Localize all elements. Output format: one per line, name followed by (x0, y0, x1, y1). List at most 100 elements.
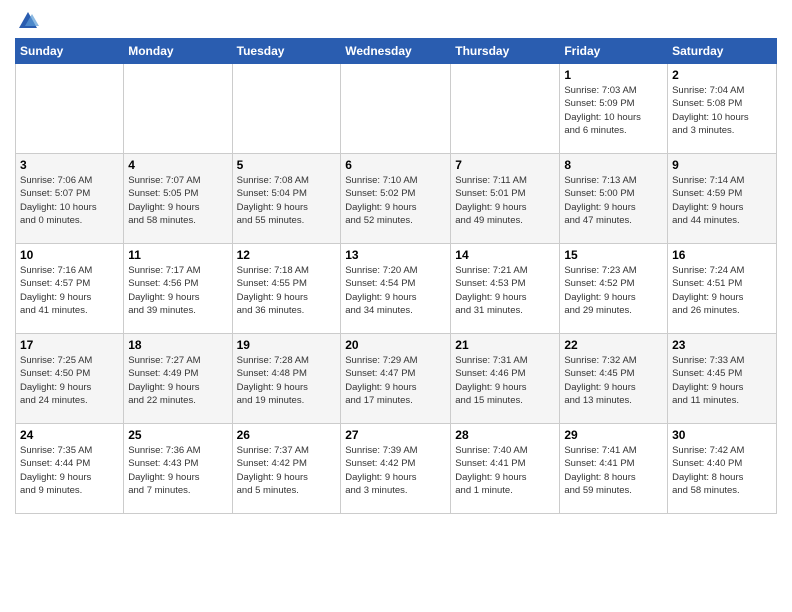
day-info: Sunrise: 7:18 AM Sunset: 4:55 PM Dayligh… (237, 264, 337, 317)
day-info: Sunrise: 7:42 AM Sunset: 4:40 PM Dayligh… (672, 444, 772, 497)
calendar-week-5: 24 Sunrise: 7:35 AM Sunset: 4:44 PM Dayli… (16, 424, 777, 514)
day-info: Sunrise: 7:21 AM Sunset: 4:53 PM Dayligh… (455, 264, 555, 317)
calendar-cell: 20 Sunrise: 7:29 AM Sunset: 4:47 PM Dayli… (341, 334, 451, 424)
calendar-cell: 30 Sunrise: 7:42 AM Sunset: 4:40 PM Dayli… (668, 424, 777, 514)
day-number: 13 (345, 248, 446, 262)
calendar-week-3: 10 Sunrise: 7:16 AM Sunset: 4:57 PM Dayli… (16, 244, 777, 334)
calendar-cell: 17 Sunrise: 7:25 AM Sunset: 4:50 PM Dayli… (16, 334, 124, 424)
calendar-cell: 13 Sunrise: 7:20 AM Sunset: 4:54 PM Dayli… (341, 244, 451, 334)
day-number: 2 (672, 68, 772, 82)
calendar-cell (16, 64, 124, 154)
calendar-week-1: 1Sunrise: 7:03 AM Sunset: 5:09 PM Daylig… (16, 64, 777, 154)
day-number: 29 (564, 428, 663, 442)
day-info: Sunrise: 7:11 AM Sunset: 5:01 PM Dayligh… (455, 174, 555, 227)
calendar-cell: 7 Sunrise: 7:11 AM Sunset: 5:01 PM Daylig… (451, 154, 560, 244)
day-info: Sunrise: 7:28 AM Sunset: 4:48 PM Dayligh… (237, 354, 337, 407)
logo-icon (17, 10, 39, 32)
day-number: 15 (564, 248, 663, 262)
day-info: Sunrise: 7:32 AM Sunset: 4:45 PM Dayligh… (564, 354, 663, 407)
day-number: 19 (237, 338, 337, 352)
day-number: 6 (345, 158, 446, 172)
day-info: Sunrise: 7:17 AM Sunset: 4:56 PM Dayligh… (128, 264, 227, 317)
day-info: Sunrise: 7:14 AM Sunset: 4:59 PM Dayligh… (672, 174, 772, 227)
calendar-cell: 19 Sunrise: 7:28 AM Sunset: 4:48 PM Dayli… (232, 334, 341, 424)
day-number: 12 (237, 248, 337, 262)
calendar-cell: 15 Sunrise: 7:23 AM Sunset: 4:52 PM Dayli… (560, 244, 668, 334)
day-info: Sunrise: 7:03 AM Sunset: 5:09 PM Dayligh… (564, 84, 663, 137)
day-number: 5 (237, 158, 337, 172)
day-info: Sunrise: 7:29 AM Sunset: 4:47 PM Dayligh… (345, 354, 446, 407)
day-info: Sunrise: 7:13 AM Sunset: 5:00 PM Dayligh… (564, 174, 663, 227)
calendar-header-tuesday: Tuesday (232, 39, 341, 64)
day-number: 14 (455, 248, 555, 262)
calendar-cell: 16 Sunrise: 7:24 AM Sunset: 4:51 PM Dayli… (668, 244, 777, 334)
calendar-cell: 27Sunrise: 7:39 AM Sunset: 4:42 PM Dayli… (341, 424, 451, 514)
calendar-cell: 5 Sunrise: 7:08 AM Sunset: 5:04 PM Daylig… (232, 154, 341, 244)
day-info: Sunrise: 7:41 AM Sunset: 4:41 PM Dayligh… (564, 444, 663, 497)
day-info: Sunrise: 7:23 AM Sunset: 4:52 PM Dayligh… (564, 264, 663, 317)
calendar-cell: 23Sunrise: 7:33 AM Sunset: 4:45 PM Dayli… (668, 334, 777, 424)
calendar-cell: 4Sunrise: 7:07 AM Sunset: 5:05 PM Daylig… (124, 154, 232, 244)
calendar-cell: 21 Sunrise: 7:31 AM Sunset: 4:46 PM Dayli… (451, 334, 560, 424)
page-container: SundayMondayTuesdayWednesdayThursdayFrid… (0, 0, 792, 524)
day-number: 9 (672, 158, 772, 172)
calendar: SundayMondayTuesdayWednesdayThursdayFrid… (15, 38, 777, 514)
day-info: Sunrise: 7:16 AM Sunset: 4:57 PM Dayligh… (20, 264, 119, 317)
calendar-cell: 2 Sunrise: 7:04 AM Sunset: 5:08 PM Daylig… (668, 64, 777, 154)
calendar-cell: 3 Sunrise: 7:06 AM Sunset: 5:07 PM Daylig… (16, 154, 124, 244)
day-info: Sunrise: 7:20 AM Sunset: 4:54 PM Dayligh… (345, 264, 446, 317)
calendar-cell (232, 64, 341, 154)
day-number: 11 (128, 248, 227, 262)
calendar-header-thursday: Thursday (451, 39, 560, 64)
calendar-header-wednesday: Wednesday (341, 39, 451, 64)
day-info: Sunrise: 7:40 AM Sunset: 4:41 PM Dayligh… (455, 444, 555, 497)
day-number: 8 (564, 158, 663, 172)
day-number: 20 (345, 338, 446, 352)
day-number: 16 (672, 248, 772, 262)
calendar-cell: 18 Sunrise: 7:27 AM Sunset: 4:49 PM Dayli… (124, 334, 232, 424)
day-info: Sunrise: 7:39 AM Sunset: 4:42 PM Dayligh… (345, 444, 446, 497)
day-number: 30 (672, 428, 772, 442)
day-info: Sunrise: 7:04 AM Sunset: 5:08 PM Dayligh… (672, 84, 772, 137)
calendar-cell: 28 Sunrise: 7:40 AM Sunset: 4:41 PM Dayli… (451, 424, 560, 514)
header (15, 10, 777, 30)
day-info: Sunrise: 7:36 AM Sunset: 4:43 PM Dayligh… (128, 444, 227, 497)
day-number: 17 (20, 338, 119, 352)
day-number: 24 (20, 428, 119, 442)
day-info: Sunrise: 7:25 AM Sunset: 4:50 PM Dayligh… (20, 354, 119, 407)
calendar-cell: 24 Sunrise: 7:35 AM Sunset: 4:44 PM Dayli… (16, 424, 124, 514)
day-number: 26 (237, 428, 337, 442)
calendar-header-friday: Friday (560, 39, 668, 64)
day-number: 10 (20, 248, 119, 262)
day-number: 21 (455, 338, 555, 352)
calendar-cell: 9 Sunrise: 7:14 AM Sunset: 4:59 PM Daylig… (668, 154, 777, 244)
day-info: Sunrise: 7:35 AM Sunset: 4:44 PM Dayligh… (20, 444, 119, 497)
logo (15, 10, 39, 30)
day-info: Sunrise: 7:07 AM Sunset: 5:05 PM Dayligh… (128, 174, 227, 227)
calendar-header-saturday: Saturday (668, 39, 777, 64)
calendar-cell: 26 Sunrise: 7:37 AM Sunset: 4:42 PM Dayli… (232, 424, 341, 514)
day-number: 23 (672, 338, 772, 352)
day-info: Sunrise: 7:37 AM Sunset: 4:42 PM Dayligh… (237, 444, 337, 497)
day-number: 18 (128, 338, 227, 352)
calendar-cell: 11 Sunrise: 7:17 AM Sunset: 4:56 PM Dayli… (124, 244, 232, 334)
day-number: 28 (455, 428, 555, 442)
day-info: Sunrise: 7:31 AM Sunset: 4:46 PM Dayligh… (455, 354, 555, 407)
calendar-cell (124, 64, 232, 154)
day-number: 25 (128, 428, 227, 442)
day-number: 7 (455, 158, 555, 172)
calendar-week-2: 3 Sunrise: 7:06 AM Sunset: 5:07 PM Daylig… (16, 154, 777, 244)
day-number: 22 (564, 338, 663, 352)
calendar-header-row: SundayMondayTuesdayWednesdayThursdayFrid… (16, 39, 777, 64)
day-info: Sunrise: 7:24 AM Sunset: 4:51 PM Dayligh… (672, 264, 772, 317)
calendar-cell: 1Sunrise: 7:03 AM Sunset: 5:09 PM Daylig… (560, 64, 668, 154)
calendar-week-4: 17 Sunrise: 7:25 AM Sunset: 4:50 PM Dayli… (16, 334, 777, 424)
calendar-cell: 22 Sunrise: 7:32 AM Sunset: 4:45 PM Dayli… (560, 334, 668, 424)
calendar-header-monday: Monday (124, 39, 232, 64)
day-number: 3 (20, 158, 119, 172)
calendar-cell (451, 64, 560, 154)
day-info: Sunrise: 7:27 AM Sunset: 4:49 PM Dayligh… (128, 354, 227, 407)
calendar-cell: 6Sunrise: 7:10 AM Sunset: 5:02 PM Daylig… (341, 154, 451, 244)
day-info: Sunrise: 7:06 AM Sunset: 5:07 PM Dayligh… (20, 174, 119, 227)
day-info: Sunrise: 7:08 AM Sunset: 5:04 PM Dayligh… (237, 174, 337, 227)
